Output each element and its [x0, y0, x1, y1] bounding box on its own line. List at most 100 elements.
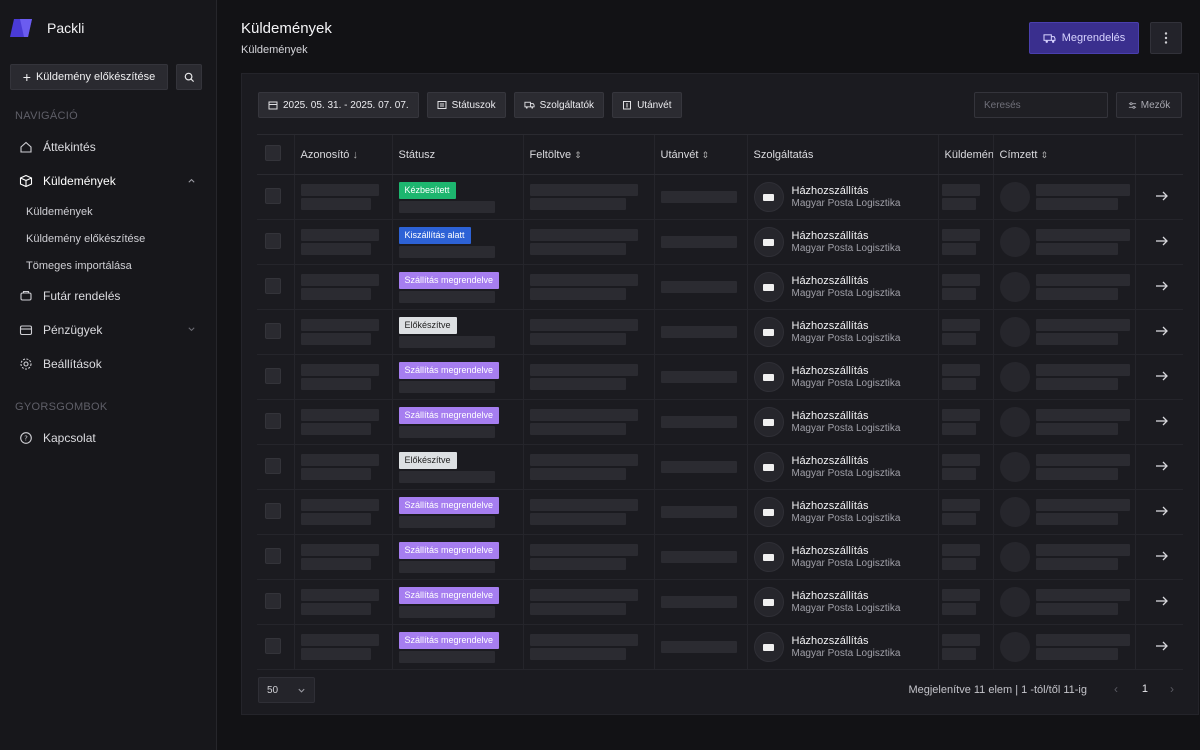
sidebar-item-courier-order[interactable]: Futár rendelés: [10, 279, 202, 313]
select-cell: [257, 174, 294, 220]
status-filter[interactable]: Státuszok: [426, 92, 506, 118]
table-header-row: Azonosító ↓ Státusz Feltöltve ⇕ Utánvét …: [257, 134, 1183, 175]
create-shipment-button[interactable]: + Küldemény előkészítése: [10, 64, 168, 90]
brand-name: Packli: [47, 20, 85, 36]
page-number[interactable]: 1: [1142, 683, 1148, 695]
cod-filter[interactable]: Utánvét: [612, 92, 682, 118]
arrow-right-icon[interactable]: [1155, 325, 1169, 337]
postal-logo-icon: [753, 452, 784, 482]
shipment-cell: [937, 489, 993, 535]
table-row[interactable]: Kiszállítás alatt Házhozszállítás Magyar…: [257, 219, 1183, 265]
arrow-right-icon[interactable]: [1155, 505, 1169, 517]
table-row[interactable]: Szállítás megrendelve Házhozszállítás Ma…: [257, 579, 1183, 625]
sort-desc-icon: ↓: [352, 148, 358, 161]
postal-logo-icon: [753, 362, 784, 392]
shipment-cell: [937, 579, 993, 625]
service-cell: Házhozszállítás Magyar Posta Logisztika: [746, 624, 938, 670]
sidebar: Packli + Küldemény előkészítése NAVIGÁCI…: [0, 0, 217, 750]
column-header-shipment[interactable]: Küldemény: [937, 134, 993, 175]
arrow-right-icon[interactable]: [1155, 550, 1169, 562]
arrow-right-icon[interactable]: [1155, 640, 1169, 652]
nav-list: Áttekintés Küldemények Küldemények Külde…: [10, 130, 202, 381]
chevron-up-icon[interactable]: [187, 176, 196, 185]
service-cell: Házhozszállítás Magyar Posta Logisztika: [746, 174, 938, 220]
row-open-cell: [1134, 444, 1183, 490]
row-checkbox[interactable]: [265, 412, 281, 429]
service-name: Házhozszállítás: [791, 635, 869, 647]
chevron-down-icon[interactable]: [187, 325, 196, 334]
postal-logo-icon: [753, 317, 784, 347]
per-page-select[interactable]: 50: [258, 677, 315, 703]
sort-icon: ⇕: [574, 149, 582, 160]
row-checkbox[interactable]: [265, 187, 281, 204]
arrow-right-icon[interactable]: [1155, 235, 1169, 247]
sidebar-item-shipments[interactable]: Küldemények: [10, 164, 202, 198]
packli-logo-icon: [10, 19, 32, 37]
sidebar-subitem-shipments[interactable]: Küldemények: [10, 198, 202, 225]
column-header-id[interactable]: Azonosító ↓: [293, 134, 392, 175]
table-row[interactable]: Szállítás megrendelve Házhozszállítás Ma…: [257, 489, 1183, 535]
arrow-right-icon[interactable]: [1155, 460, 1169, 472]
date-range-filter[interactable]: 2025. 05. 31. - 2025. 07. 07.: [258, 92, 419, 118]
id-cell: [293, 444, 392, 490]
prev-page-button[interactable]: ‹: [1114, 682, 1118, 696]
row-checkbox[interactable]: [265, 547, 281, 564]
id-cell: [293, 219, 392, 265]
row-checkbox[interactable]: [265, 322, 281, 339]
table-row[interactable]: Szállítás megrendelve Házhozszállítás Ma…: [257, 534, 1183, 580]
row-checkbox[interactable]: [265, 232, 281, 249]
order-button[interactable]: Megrendelés: [1029, 22, 1139, 54]
sidebar-item-finances[interactable]: Pénzügyek: [10, 313, 202, 347]
arrow-right-icon[interactable]: [1155, 415, 1169, 427]
more-options-button[interactable]: [1150, 22, 1182, 54]
table-row[interactable]: Szállítás megrendelve Házhozszállítás Ma…: [257, 399, 1183, 445]
cod-cell: [653, 354, 747, 400]
breadcrumb[interactable]: Küldemények: [241, 44, 308, 56]
row-checkbox[interactable]: [265, 457, 281, 474]
table-row[interactable]: Kézbesített Házhozszállítás Magyar Posta…: [257, 174, 1183, 220]
column-header-cod[interactable]: Utánvét ⇕: [653, 134, 747, 175]
sidebar-subitem-prepare-shipment[interactable]: Küldemény előkészítése: [10, 225, 202, 252]
column-header-recipient[interactable]: Címzett ⇕: [992, 134, 1135, 175]
column-header-service[interactable]: Szolgáltatás: [746, 134, 938, 175]
app: Packli + Küldemény előkészítése NAVIGÁCI…: [0, 0, 1200, 750]
service-cell: Házhozszállítás Magyar Posta Logisztika: [746, 399, 938, 445]
fields-button[interactable]: Mezők: [1116, 92, 1182, 118]
chevron-down-icon: [298, 688, 305, 693]
row-checkbox[interactable]: [265, 502, 281, 519]
sidebar-item-settings[interactable]: Beállítások: [10, 347, 202, 381]
table-row[interactable]: Előkészítve Házhozszállítás Magyar Posta…: [257, 309, 1183, 355]
table-row[interactable]: Szállítás megrendelve Házhozszállítás Ma…: [257, 264, 1183, 310]
postal-logo-icon: [753, 407, 784, 437]
arrow-right-icon[interactable]: [1155, 595, 1169, 607]
shipment-cell: [937, 354, 993, 400]
row-checkbox[interactable]: [265, 367, 281, 384]
column-header-status[interactable]: Státusz: [391, 134, 523, 175]
recipient-cell: [992, 309, 1135, 355]
arrow-right-icon[interactable]: [1155, 370, 1169, 382]
column-header-uploaded[interactable]: Feltöltve ⇕: [522, 134, 654, 175]
search-input[interactable]: [974, 92, 1108, 118]
provider-filter[interactable]: Szolgáltatók: [513, 92, 605, 118]
more-vertical-icon: [1164, 32, 1168, 44]
next-page-button[interactable]: ›: [1170, 682, 1174, 696]
create-shipment-label: Küldemény előkészítése: [35, 71, 156, 83]
arrow-right-icon[interactable]: [1155, 190, 1169, 202]
sidebar-item-contact[interactable]: ? Kapcsolat: [10, 421, 202, 455]
table-row[interactable]: Előkészítve Házhozszállítás Magyar Posta…: [257, 444, 1183, 490]
cod-filter-label: Utánvét: [637, 99, 672, 111]
cod-cell: [653, 219, 747, 265]
row-checkbox[interactable]: [265, 637, 281, 654]
arrow-right-icon[interactable]: [1155, 280, 1169, 292]
sidebar-item-overview[interactable]: Áttekintés: [10, 130, 202, 164]
sidebar-subitem-bulk-import[interactable]: Tömeges importálása: [10, 252, 202, 279]
status-badge: Kézbesített: [398, 181, 456, 199]
select-all-checkbox[interactable]: [265, 145, 281, 161]
table-row[interactable]: Szállítás megrendelve Házhozszállítás Ma…: [257, 354, 1183, 400]
row-checkbox[interactable]: [265, 277, 281, 294]
uploaded-cell: [522, 354, 654, 400]
row-checkbox[interactable]: [265, 592, 281, 609]
sidebar-item-label: Küldemények: [43, 174, 116, 188]
table-row[interactable]: Szállítás megrendelve Házhozszállítás Ma…: [257, 624, 1183, 670]
sidebar-search-button[interactable]: [176, 64, 202, 90]
